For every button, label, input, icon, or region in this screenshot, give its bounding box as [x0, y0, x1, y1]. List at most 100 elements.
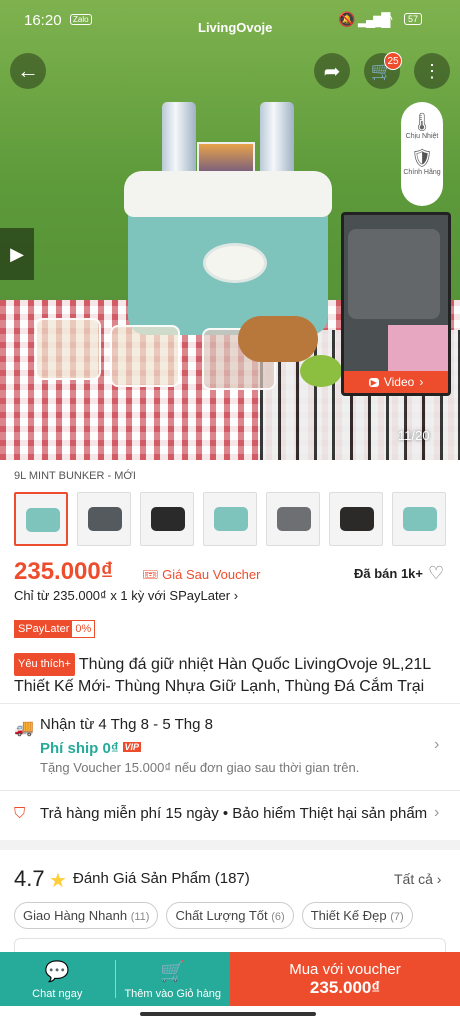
food-container	[110, 325, 180, 387]
food-container	[35, 318, 101, 380]
arrow-left-icon: ←	[17, 58, 39, 83]
variant-thumb[interactable]	[14, 492, 68, 546]
vip-badge: VIP	[122, 742, 142, 752]
chevron-right-icon: ›	[434, 804, 440, 821]
chat-button[interactable]: 💬 Chat ngay	[0, 952, 115, 1006]
price-voucher-text: Giá Sau Voucher	[162, 567, 261, 582]
add-to-cart-label: Thêm vào Giỏ hàng	[124, 987, 222, 1000]
bottom-left-actions: 💬 Chat ngay 🛒 Thêm vào Giỏ hàng	[0, 952, 230, 1006]
product-title-text: Thùng đá giữ nhiệt Hàn Quốc LivingOvoje …	[14, 656, 431, 695]
cooler-logo	[203, 243, 267, 283]
variant-thumbnails	[14, 492, 446, 546]
add-to-cart-button[interactable]: 🛒 Thêm vào Giỏ hàng	[116, 952, 231, 1006]
video-label: Video	[383, 375, 415, 389]
variant-swatch	[88, 507, 122, 531]
rating-score: 4.7	[14, 866, 45, 891]
star-icon: ★	[49, 870, 67, 892]
section-gap	[0, 840, 460, 850]
battery-icon: 57	[404, 13, 423, 25]
variant-swatch	[151, 507, 185, 531]
chip-label: Thiết Kế Đẹp	[310, 908, 387, 923]
video-play-icon: ▶	[368, 377, 379, 387]
shield-check-icon: 🛡	[410, 148, 434, 168]
variant-swatch	[403, 507, 437, 531]
variant-thumb[interactable]	[140, 492, 194, 546]
buy-price: 235.000₫	[309, 977, 381, 997]
feature-heat-label: Chịu Nhiệt	[405, 133, 439, 140]
cooler-product	[124, 171, 332, 335]
review-chip[interactable]: Chất Lượng Tốt (6)	[166, 902, 294, 929]
spaylater-offer[interactable]: Chỉ từ 235.000₫ x 1 kỳ với SPayLater ›	[14, 588, 238, 603]
chat-icon: 💬	[44, 960, 70, 983]
review-card	[14, 938, 446, 952]
share-icon: ➦	[323, 60, 341, 83]
variant-thumb[interactable]	[266, 492, 320, 546]
see-all-text: Tất cả	[394, 871, 433, 887]
thermometer-icon: 🌡	[410, 112, 434, 132]
see-all-reviews-link[interactable]: Tất cả ›	[394, 871, 441, 887]
mute-icon: 🔕	[338, 11, 356, 27]
chip-label: Chất Lượng Tốt	[175, 908, 268, 923]
video-preview[interactable]: ▶ Video ›	[341, 212, 451, 396]
variant-label: 9L MINT BUNKER - MỚI	[14, 470, 136, 482]
variant-swatch	[340, 507, 374, 531]
shipping-eta: Nhận từ 4 Thg 8 - 5 Thg 8	[40, 716, 213, 733]
favorite-badge: Yêu thích+	[14, 653, 75, 676]
price-voucher-note: 🎟 Giá Sau Voucher	[142, 567, 260, 583]
play-icon[interactable]: ▶	[0, 228, 34, 280]
heart-icon[interactable]: ♡	[428, 563, 444, 584]
returns-text: Trả hàng miễn phí 15 ngày • Bảo hiểm Thi…	[40, 805, 428, 822]
chat-label: Chat ngay	[32, 987, 83, 1000]
shield-icon: ⛉	[14, 805, 26, 822]
video-thumb-pink	[388, 325, 448, 371]
variant-thumb[interactable]	[392, 492, 446, 546]
feature-panel: 🌡 Chịu Nhiệt 🛡 Chính Hãng	[401, 102, 443, 206]
review-filter-chips: Giao Hàng Nhanh (11) Chất Lượng Tốt (6) …	[14, 902, 413, 929]
variant-thumb[interactable]	[329, 492, 383, 546]
sold-count: Đã bán 1k+	[354, 566, 424, 581]
variant-thumb[interactable]	[77, 492, 131, 546]
spaylater-tag: SPayLater 0%	[14, 620, 96, 638]
chevron-right-icon: ›	[436, 871, 442, 887]
video-thumb-cooler	[348, 229, 440, 319]
review-chip[interactable]: Giao Hàng Nhanh (11)	[14, 902, 159, 929]
divider	[0, 790, 460, 791]
home-indicator[interactable]	[140, 1012, 316, 1016]
review-chip[interactable]: Thiết Kế Đẹp (7)	[301, 902, 413, 929]
divider	[0, 703, 460, 704]
price: 235.000₫	[14, 558, 114, 585]
brand-logo: LivingOvoje	[198, 20, 273, 35]
bottom-action-bar: 💬 Chat ngay 🛒 Thêm vào Giỏ hàng Mua với …	[0, 952, 460, 1006]
shipping-fee-text: Phí ship 0₫	[40, 740, 119, 757]
chip-label: Giao Hàng Nhanh	[23, 908, 128, 923]
more-button[interactable]: ⋮	[414, 53, 450, 89]
wifi-icon: ◠	[380, 11, 394, 28]
product-gallery[interactable]: 16:20 Zalo 🔕 ▂▄▆█ ◠ 57 LivingOvoje ← ➦ 🛒…	[0, 0, 460, 460]
share-button[interactable]: ➦	[314, 53, 350, 89]
cooler-lid	[124, 171, 332, 217]
spaylater-tag-rate: 0%	[75, 623, 92, 635]
zalo-icon: Zalo	[70, 14, 92, 25]
variant-swatch	[214, 507, 248, 531]
spaylater-text: Chỉ từ 235.000₫ x 1 kỳ với SPayLater	[14, 588, 231, 603]
cart-plus-icon: 🛒	[160, 960, 186, 983]
chip-count: (7)	[390, 911, 404, 923]
video-button[interactable]: ▶ Video ›	[344, 371, 448, 393]
variant-swatch	[26, 508, 60, 532]
system-nav-bar	[0, 1006, 460, 1024]
truck-icon: 🚚	[14, 720, 34, 737]
spaylater-tag-label: SPayLater	[15, 621, 73, 637]
chip-count: (11)	[130, 911, 150, 923]
voucher-icon: 🎟	[142, 567, 159, 582]
reviews-heading: Đánh Giá Sản Phẩm (187)	[73, 870, 250, 887]
buy-with-voucher-button[interactable]: Mua với voucher 235.000₫	[230, 952, 460, 1006]
chip-count: (6)	[271, 911, 285, 923]
shipping-voucher-note: Tặng Voucher 15.000₫ nếu đơn giao sau th…	[40, 760, 360, 775]
bread	[238, 316, 318, 362]
more-vertical-icon: ⋮	[423, 60, 441, 81]
product-title: Yêu thích+ Thùng đá giữ nhiệt Hàn Quốc Li…	[14, 653, 444, 697]
back-button[interactable]: ←	[10, 53, 46, 89]
grapes	[300, 355, 342, 387]
reviews-title: Đánh Giá Sản Phẩm	[73, 870, 211, 887]
variant-thumb[interactable]	[203, 492, 257, 546]
